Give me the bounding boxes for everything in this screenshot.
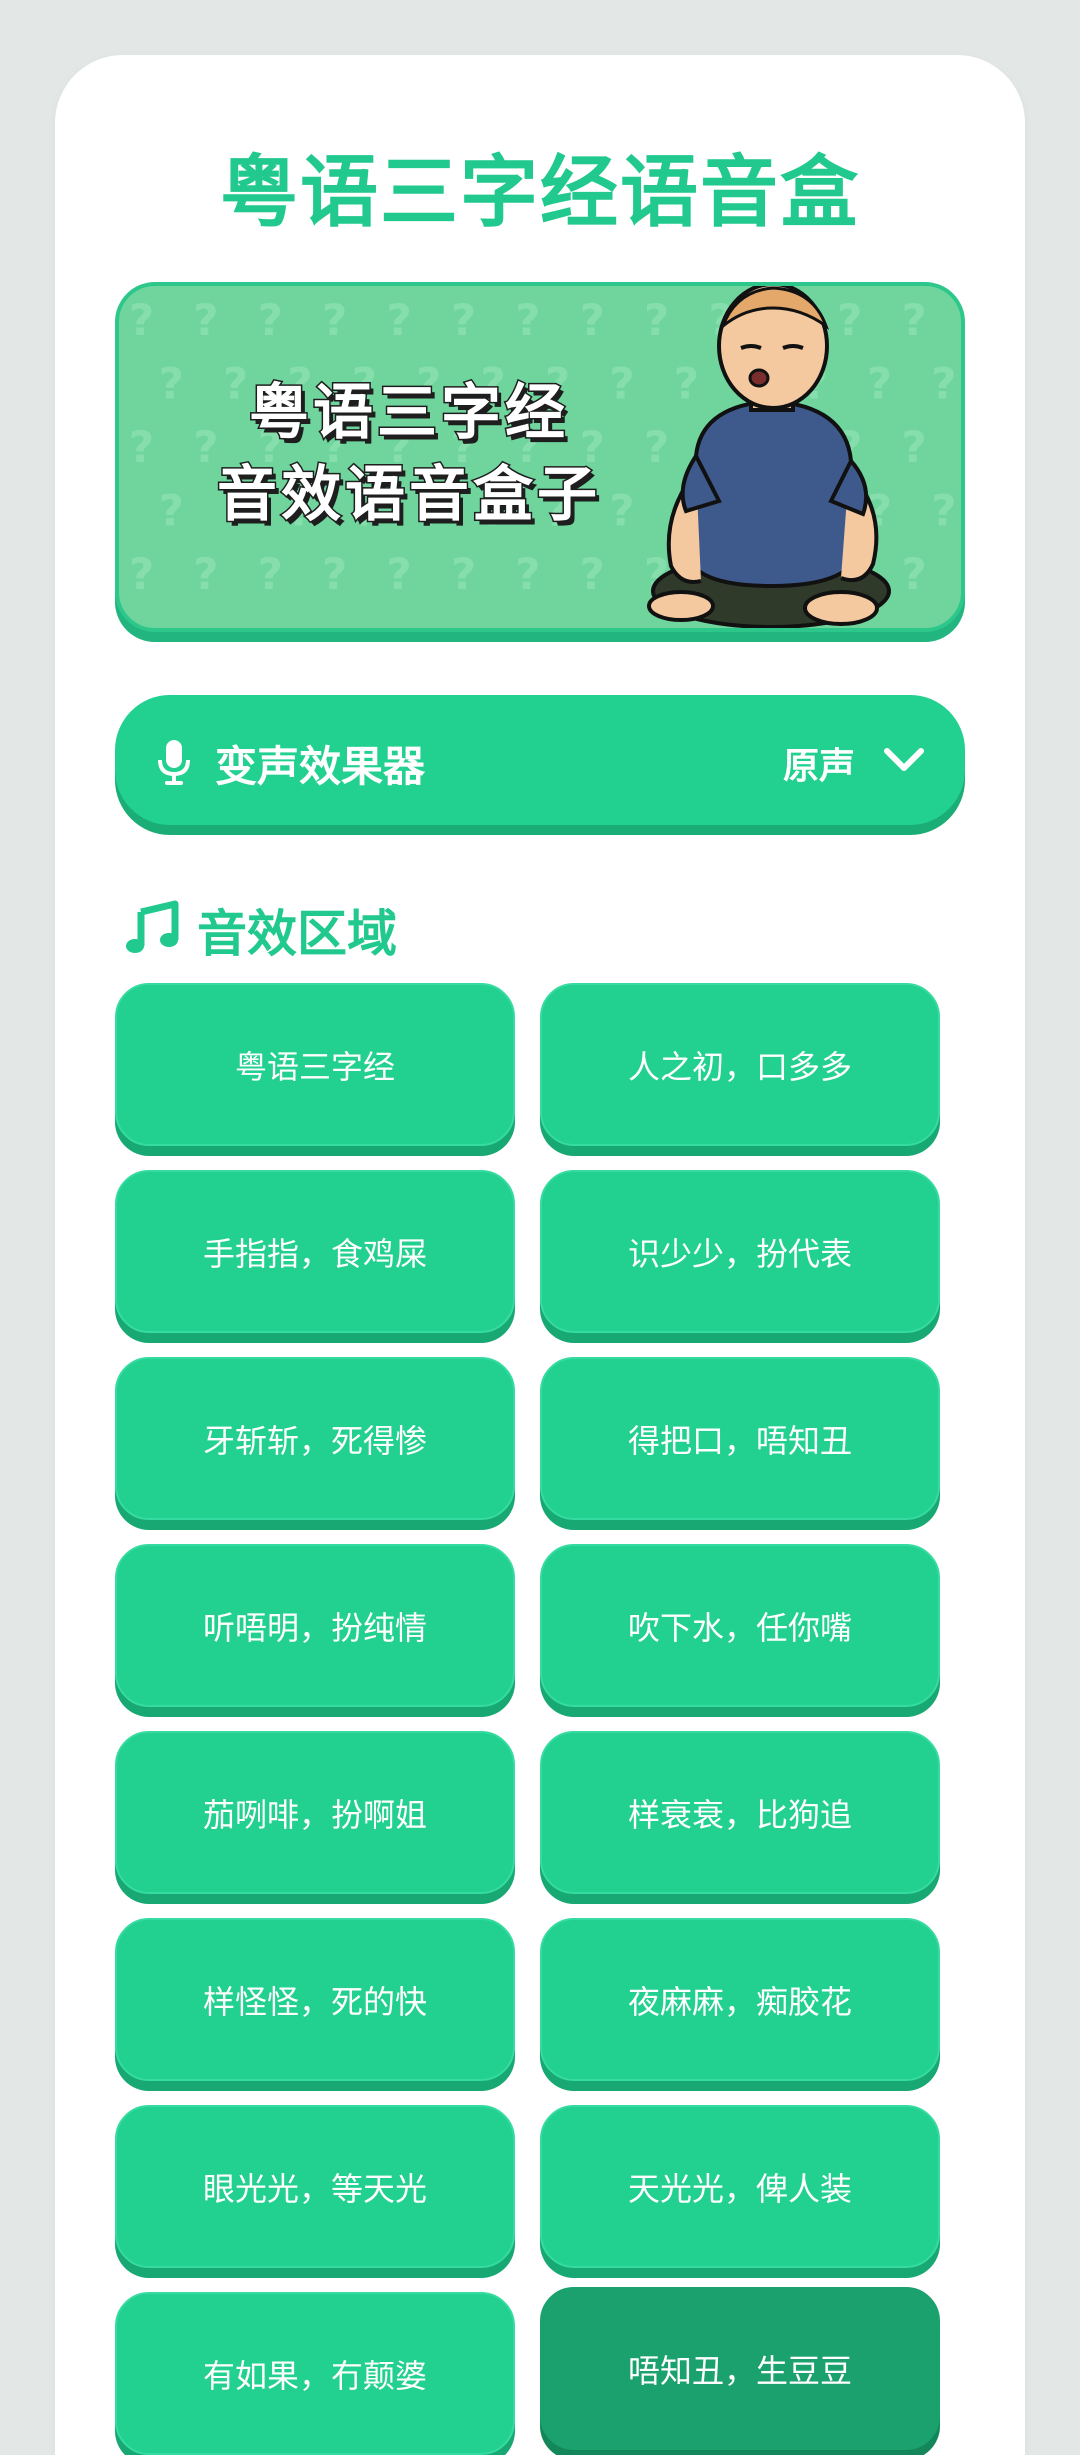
svg-text:?: ? bbox=[386, 296, 411, 346]
chevron-down-icon bbox=[884, 748, 924, 771]
svg-text:?: ? bbox=[451, 550, 476, 600]
cartoon-character-illustration bbox=[647, 286, 891, 628]
sound-button[interactable]: 听唔明，扮纯情 bbox=[115, 1544, 515, 1707]
svg-text:?: ? bbox=[129, 550, 154, 600]
sound-button[interactable]: 得把口，唔知丑 bbox=[540, 1357, 940, 1520]
section-title: 音效区域 bbox=[197, 905, 397, 963]
svg-text:?: ? bbox=[580, 296, 605, 346]
sound-button[interactable]: 唔知丑，生豆豆 bbox=[540, 2287, 940, 2450]
sound-button[interactable]: 吹下水，任你嘴 bbox=[540, 1544, 940, 1707]
sound-button[interactable]: 识少少，扮代表 bbox=[540, 1170, 940, 1333]
sound-button[interactable]: 天光光，俾人装 bbox=[540, 2105, 940, 2268]
sound-button[interactable]: 人之初，口多多 bbox=[540, 983, 940, 1146]
svg-text:?: ? bbox=[931, 360, 956, 410]
svg-text:?: ? bbox=[129, 296, 154, 346]
svg-text:?: ? bbox=[902, 423, 927, 473]
svg-text:?: ? bbox=[515, 550, 540, 600]
svg-text:?: ? bbox=[322, 296, 347, 346]
voice-changer-selector[interactable]: 变声效果器 原声 bbox=[115, 695, 965, 825]
voice-changer-label: 变声效果器 bbox=[215, 742, 426, 791]
svg-text:?: ? bbox=[451, 296, 476, 346]
svg-text:?: ? bbox=[902, 296, 927, 346]
microphone-icon bbox=[158, 740, 190, 785]
svg-text:?: ? bbox=[322, 550, 347, 600]
sound-button[interactable]: 手指指，食鸡屎 bbox=[115, 1170, 515, 1333]
svg-text:?: ? bbox=[258, 296, 283, 346]
music-note-icon bbox=[126, 900, 179, 953]
sound-button[interactable]: 眼光光，等天光 bbox=[115, 2105, 515, 2268]
app-title: 粤语三字经语音盒 bbox=[219, 148, 860, 238]
banner-title-line2: 音效语音盒子 bbox=[216, 459, 601, 532]
svg-text:?: ? bbox=[386, 550, 411, 600]
sound-button[interactable]: 样怪怪，死的快 bbox=[115, 1918, 515, 2081]
svg-text:?: ? bbox=[931, 487, 956, 537]
svg-text:?: ? bbox=[258, 550, 283, 600]
svg-text:?: ? bbox=[515, 296, 540, 346]
svg-text:?: ? bbox=[580, 550, 605, 600]
svg-text:?: ? bbox=[193, 550, 218, 600]
sound-button[interactable]: 样衰衰，比狗追 bbox=[540, 1731, 940, 1894]
sound-button[interactable]: 粤语三字经 bbox=[115, 983, 515, 1146]
svg-text:?: ? bbox=[902, 550, 927, 600]
sound-button[interactable]: 牙斩斩，死得惨 bbox=[115, 1357, 515, 1520]
sound-button[interactable]: 茄咧啡，扮啊姐 bbox=[115, 1731, 515, 1894]
svg-text:?: ? bbox=[193, 296, 218, 346]
sound-button[interactable]: 有如果，冇颠婆 bbox=[115, 2292, 515, 2455]
sound-button[interactable]: 夜麻麻，痴胶花 bbox=[540, 1918, 940, 2081]
main-card: 粤语三字经语音盒 ????????????? ????????????? ???… bbox=[55, 55, 1025, 2455]
voice-changer-value: 原声 bbox=[782, 746, 855, 787]
banner: ????????????? ????????????? ????????????… bbox=[115, 282, 965, 632]
banner-title-line1: 粤语三字经 bbox=[248, 377, 569, 450]
